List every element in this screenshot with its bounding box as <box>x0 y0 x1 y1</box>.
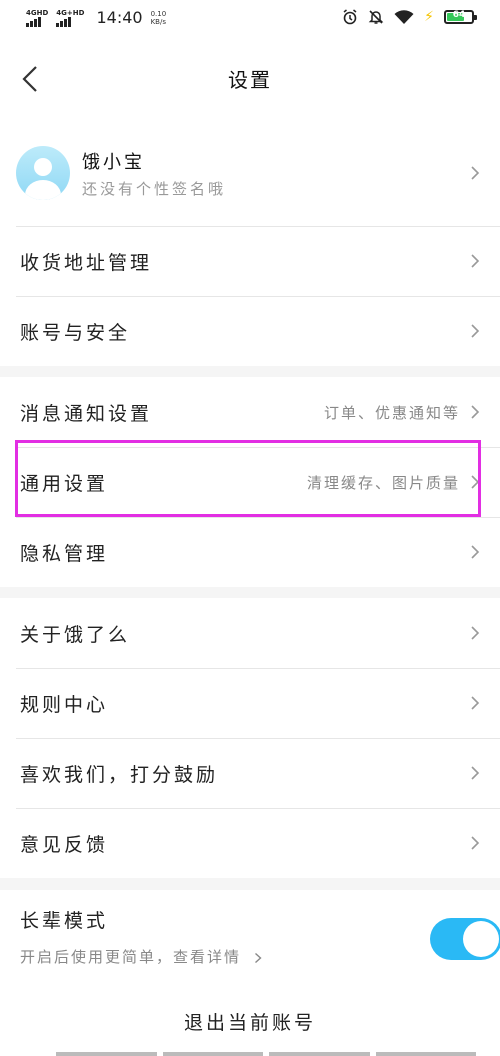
chevron-right-icon <box>471 696 480 710</box>
profile-name: 饿小宝 <box>82 151 145 173</box>
elder-mode-section: 长辈模式 开启后使用更简单，查看详情 <box>0 890 500 986</box>
speed-unit: KB/s <box>150 17 166 26</box>
row-label: 隐私管理 <box>20 542 109 565</box>
row-label: 关于饿了么 <box>20 623 131 646</box>
settings-row-feedback[interactable]: 意见反馈 <box>0 808 500 878</box>
mute-icon <box>368 10 384 24</box>
settings-row-general[interactable]: 通用设置 清理缓存、图片质量 <box>0 447 500 517</box>
avatar <box>16 146 70 200</box>
account-section: 饿小宝 还没有个性签名哦 收货地址管理 账号与安全 <box>0 120 500 366</box>
settings-row-address[interactable]: 收货地址管理 <box>0 226 500 296</box>
elder-mode-description[interactable]: 开启后使用更简单，查看详情 <box>20 946 262 967</box>
bottom-indicator <box>56 1052 476 1056</box>
clock: 14:40 <box>96 8 143 27</box>
row-label: 意见反馈 <box>20 833 109 856</box>
chevron-right-icon <box>471 405 480 419</box>
preferences-section: 消息通知设置 订单、优惠通知等 通用设置 清理缓存、图片质量 隐私管理 <box>0 377 500 587</box>
chevron-right-icon <box>471 166 480 180</box>
elder-mode-toggle[interactable] <box>430 918 500 960</box>
logout-button[interactable]: 退出当前账号 <box>0 986 500 1056</box>
row-label: 消息通知设置 <box>20 402 153 425</box>
chevron-right-icon <box>471 626 480 640</box>
chevron-right-icon <box>471 324 480 338</box>
alarm-icon <box>343 9 357 25</box>
settings-row-privacy[interactable]: 隐私管理 <box>0 517 500 587</box>
row-label: 账号与安全 <box>20 321 131 344</box>
elder-mode-description-text: 开启后使用更简单，查看详情 <box>20 948 242 966</box>
chevron-right-icon <box>471 766 480 780</box>
wifi-icon <box>394 10 414 24</box>
settings-row-notifications[interactable]: 消息通知设置 订单、优惠通知等 <box>0 377 500 447</box>
page-title: 设置 <box>228 68 272 92</box>
row-label: 喜欢我们，打分鼓励 <box>20 763 219 786</box>
chevron-right-icon <box>471 545 480 559</box>
elder-mode-title: 长辈模式 <box>20 910 109 932</box>
speed-value: 0.10 <box>150 9 167 18</box>
row-subtitle: 清理缓存、图片质量 <box>306 473 460 492</box>
row-label: 收货地址管理 <box>20 251 153 274</box>
chevron-right-icon <box>254 952 262 963</box>
chevron-right-icon <box>471 254 480 268</box>
row-label: 通用设置 <box>20 472 109 495</box>
sim1-label: 4GHD <box>26 8 49 17</box>
chevron-right-icon <box>471 475 480 489</box>
signal-icon-sim1: 4GHD <box>26 9 48 27</box>
profile-signature: 还没有个性签名哦 <box>82 179 227 198</box>
row-subtitle: 订单、优惠通知等 <box>323 403 460 422</box>
toggle-knob <box>463 921 499 957</box>
settings-row-account-security[interactable]: 账号与安全 <box>0 296 500 366</box>
signal-icon-sim2: 4G+HD <box>56 9 84 27</box>
battery-level: 64 <box>452 10 466 20</box>
profile-row[interactable]: 饿小宝 还没有个性签名哦 <box>0 120 500 226</box>
battery-icon: 64 <box>444 10 477 24</box>
chevron-right-icon <box>471 836 480 850</box>
settings-row-rules[interactable]: 规则中心 <box>0 668 500 738</box>
settings-row-about[interactable]: 关于饿了么 <box>0 598 500 668</box>
status-bar: 4GHD 4G+HD 14:40 0.10 KB/s ⚡ 64 <box>0 0 500 38</box>
sim2-label: 4G+HD <box>56 8 85 17</box>
network-speed: 0.10 KB/s <box>151 10 167 26</box>
about-section: 关于饿了么 规则中心 喜欢我们，打分鼓励 意见反馈 <box>0 598 500 878</box>
charging-icon: ⚡ <box>424 9 434 25</box>
row-label: 规则中心 <box>20 693 109 716</box>
settings-row-rate-us[interactable]: 喜欢我们，打分鼓励 <box>0 738 500 808</box>
nav-header: 设置 <box>0 38 500 120</box>
